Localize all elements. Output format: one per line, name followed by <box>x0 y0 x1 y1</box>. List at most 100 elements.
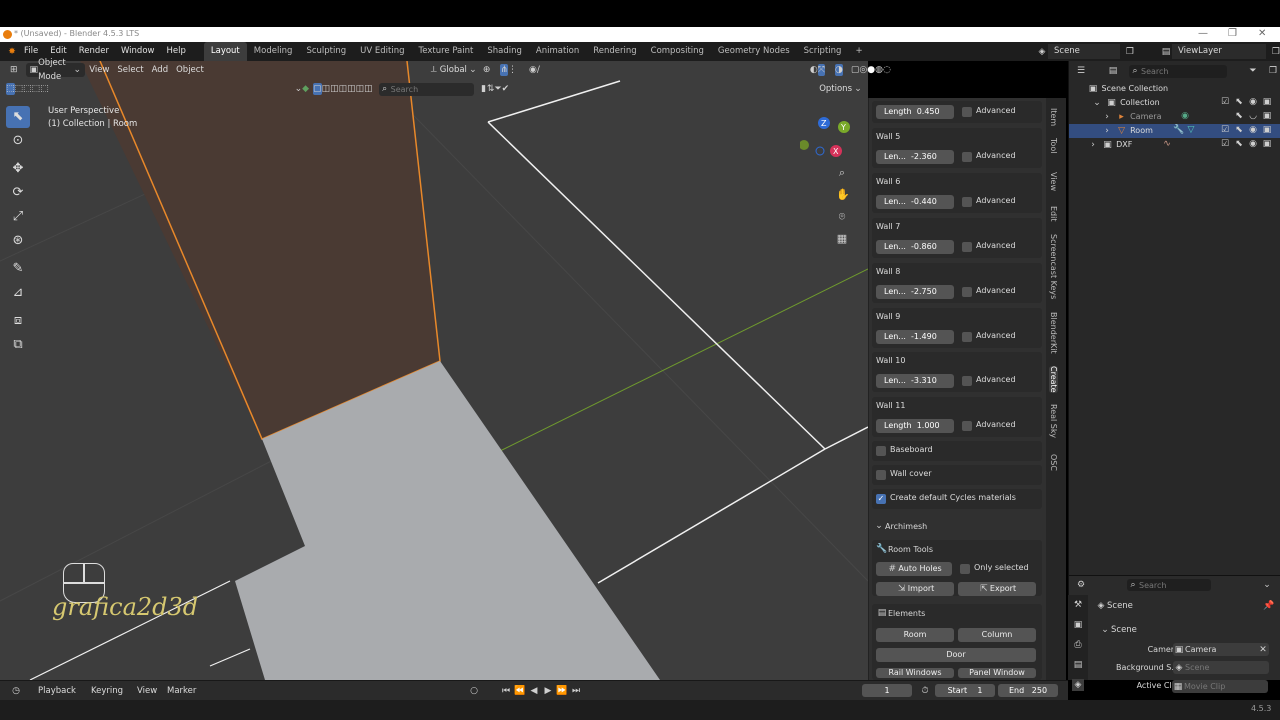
tab-animation[interactable]: Animation <box>529 42 586 61</box>
menu-view[interactable]: View <box>85 63 113 77</box>
wall-length-field[interactable]: Len... -0.440 <box>876 195 954 209</box>
tool-icon-6[interactable]: ◫ <box>356 83 365 95</box>
tab-osc[interactable]: OSC <box>1049 454 1058 471</box>
active-clip-field[interactable]: ▦ Movie Clip <box>1172 680 1268 693</box>
scale-tool-icon[interactable]: ⤢ <box>6 206 30 228</box>
pivot-icon[interactable]: ⊕ <box>483 64 491 76</box>
scene-tab-icon[interactable]: ◈ <box>1072 679 1084 691</box>
display-mode-icon[interactable]: ▤ <box>1107 65 1119 77</box>
play-icon[interactable]: ▶ <box>542 685 554 697</box>
visibility-icon[interactable]: ◐ <box>810 64 818 76</box>
checkbox-icon[interactable]: ☑ <box>1219 138 1231 150</box>
scene-section-header[interactable]: ⌄ Scene <box>1099 624 1137 636</box>
filter-icon[interactable]: ⏷ <box>494 83 501 95</box>
tab-real-sky[interactable]: Real Sky <box>1049 404 1058 438</box>
chevron-right-icon[interactable]: › <box>1101 111 1113 123</box>
material-shading-icon[interactable]: ◍ <box>875 64 883 76</box>
marker-menu[interactable]: Marker <box>163 684 200 698</box>
tab-geometry-nodes[interactable]: Geometry Nodes <box>711 42 797 61</box>
minimize-icon[interactable]: — <box>1198 28 1208 39</box>
eye-icon[interactable]: ◉ <box>1247 138 1259 150</box>
tab-sculpting[interactable]: Sculpting <box>299 42 353 61</box>
jump-start-icon[interactable]: ⏮ <box>500 685 512 697</box>
camera-render-icon[interactable]: ▣ <box>1261 124 1273 136</box>
clear-icon[interactable]: ✕ <box>1257 644 1269 656</box>
select-subtract-icon[interactable]: ⬚ <box>23 83 32 95</box>
properties-search-input[interactable]: Search <box>1139 581 1166 590</box>
view-layer-tab-icon[interactable]: ▤ <box>1072 659 1084 671</box>
xray-icon[interactable]: ▢ <box>851 64 860 76</box>
wall-length-field[interactable]: Len... -3.310 <box>876 374 954 388</box>
ortho-grid-icon[interactable]: ▦ <box>836 233 848 255</box>
tab-texture-paint[interactable]: Texture Paint <box>412 42 481 61</box>
checkbox-icon[interactable]: ☑ <box>1219 96 1231 108</box>
eye-icon[interactable]: ◉ <box>1247 96 1259 108</box>
mode-dropdown[interactable]: ▣ Object Mode ⌄ <box>25 58 86 82</box>
select-arrow-icon[interactable]: ⬉ <box>1233 124 1245 136</box>
wall-length-field[interactable]: Len... -2.750 <box>876 285 954 299</box>
solid-shading-icon[interactable]: ● <box>867 64 875 76</box>
next-keyframe-icon[interactable]: ⏩ <box>556 685 568 697</box>
properties-search[interactable]: ⌕ Search <box>1127 579 1211 591</box>
tab-item[interactable]: Item <box>1049 108 1058 126</box>
menu-object[interactable]: Object <box>172 63 208 77</box>
room-tools-header[interactable]: 🔧 Room Tools <box>876 543 933 555</box>
prev-keyframe-icon[interactable]: ⏪ <box>514 685 526 697</box>
eye-icon[interactable]: ◉ <box>1247 124 1259 136</box>
only-selected-checkbox[interactable] <box>960 564 970 574</box>
camera-render-icon[interactable]: ▣ <box>1261 96 1273 108</box>
select-intersect-icon[interactable]: ⬚ <box>40 83 49 95</box>
wall-length-field[interactable]: Len... -0.860 <box>876 240 954 254</box>
menu-help[interactable]: Help <box>160 42 191 61</box>
chevron-down-icon[interactable]: ⌄ <box>1091 97 1103 109</box>
tool-icon-5[interactable]: ◫ <box>347 83 356 95</box>
keying-menu[interactable]: Keyring <box>87 684 127 698</box>
tab-shading[interactable]: Shading <box>480 42 529 61</box>
eye-closed-icon[interactable]: ◡ <box>1247 110 1259 122</box>
chevron-right-icon[interactable]: › <box>1087 139 1099 151</box>
advanced-checkbox[interactable] <box>962 197 972 207</box>
tool-icon-7[interactable]: ◫ <box>364 83 373 95</box>
render-tab-icon[interactable]: ▣ <box>1072 619 1084 631</box>
tool-icon-2[interactable]: ◫ <box>322 83 331 95</box>
tab-compositing[interactable]: Compositing <box>644 42 711 61</box>
falloff-icon[interactable]: ∕ <box>537 64 540 76</box>
bookmark-icon[interactable]: ▮ <box>480 83 487 95</box>
wall-cover-checkbox[interactable] <box>876 470 886 480</box>
viewport-search[interactable]: ⌕ Search <box>378 82 475 96</box>
add-cube-tool-icon[interactable]: ⧈ <box>6 310 30 332</box>
wireframe-shading-icon[interactable]: ◎ <box>859 64 867 76</box>
search-input[interactable]: Search <box>391 85 418 94</box>
options-dropdown[interactable]: Options ⌄ <box>815 82 868 96</box>
pin-icon[interactable]: 📌 <box>1263 600 1275 612</box>
baseboard-checkbox[interactable] <box>876 446 886 456</box>
tab-create[interactable]: Create <box>1049 366 1058 393</box>
move-tool-icon[interactable]: ✥ <box>6 158 30 180</box>
editor-type-icon[interactable]: ⊞ <box>10 64 18 76</box>
advanced-checkbox[interactable] <box>962 152 972 162</box>
select-arrow-icon[interactable]: ⬉ <box>1233 110 1245 122</box>
navigation-gizmo[interactable]: Z Y X <box>800 113 860 161</box>
gizmo-toggle-icon[interactable]: ⤧ <box>817 64 825 76</box>
chevron-down-icon[interactable]: ⌄ <box>295 83 303 95</box>
menu-select[interactable]: Select <box>113 63 147 77</box>
outliner-row-dxf[interactable]: › ▣ DXF ∿ ☑ ⬉ ◉ ▣ <box>1069 138 1280 152</box>
advanced-checkbox[interactable] <box>962 242 972 252</box>
outliner-row-room[interactable]: › ▽ Room 🔧 ▽ ☑ ⬉ ◉ ▣ <box>1069 124 1280 138</box>
advanced-checkbox[interactable] <box>962 376 972 386</box>
tool-tab-icon[interactable]: ⚒ <box>1072 599 1084 611</box>
add-workspace-button[interactable]: + <box>848 42 869 61</box>
select-box-icon[interactable]: ⬚ <box>6 83 15 95</box>
current-frame-field[interactable]: 1 <box>862 684 912 697</box>
new-collection-icon[interactable]: ❐ <box>1267 65 1279 77</box>
outliner-row-collection[interactable]: ⌄ ▣ Collection ☑ ⬉ ◉ ▣ <box>1069 96 1280 110</box>
maximize-icon[interactable]: ❐ <box>1228 28 1237 39</box>
tab-tool[interactable]: Tool <box>1049 138 1058 154</box>
tab-layout[interactable]: Layout <box>203 42 247 61</box>
tab-scripting[interactable]: Scripting <box>797 42 849 61</box>
tab-edit[interactable]: Edit <box>1049 206 1058 222</box>
rail-windows-button[interactable]: Rail Windows <box>876 668 954 678</box>
advanced-checkbox[interactable] <box>962 332 972 342</box>
elements-header[interactable]: ▤ Elements <box>876 607 926 619</box>
output-tab-icon[interactable]: ⎙ <box>1072 639 1084 651</box>
